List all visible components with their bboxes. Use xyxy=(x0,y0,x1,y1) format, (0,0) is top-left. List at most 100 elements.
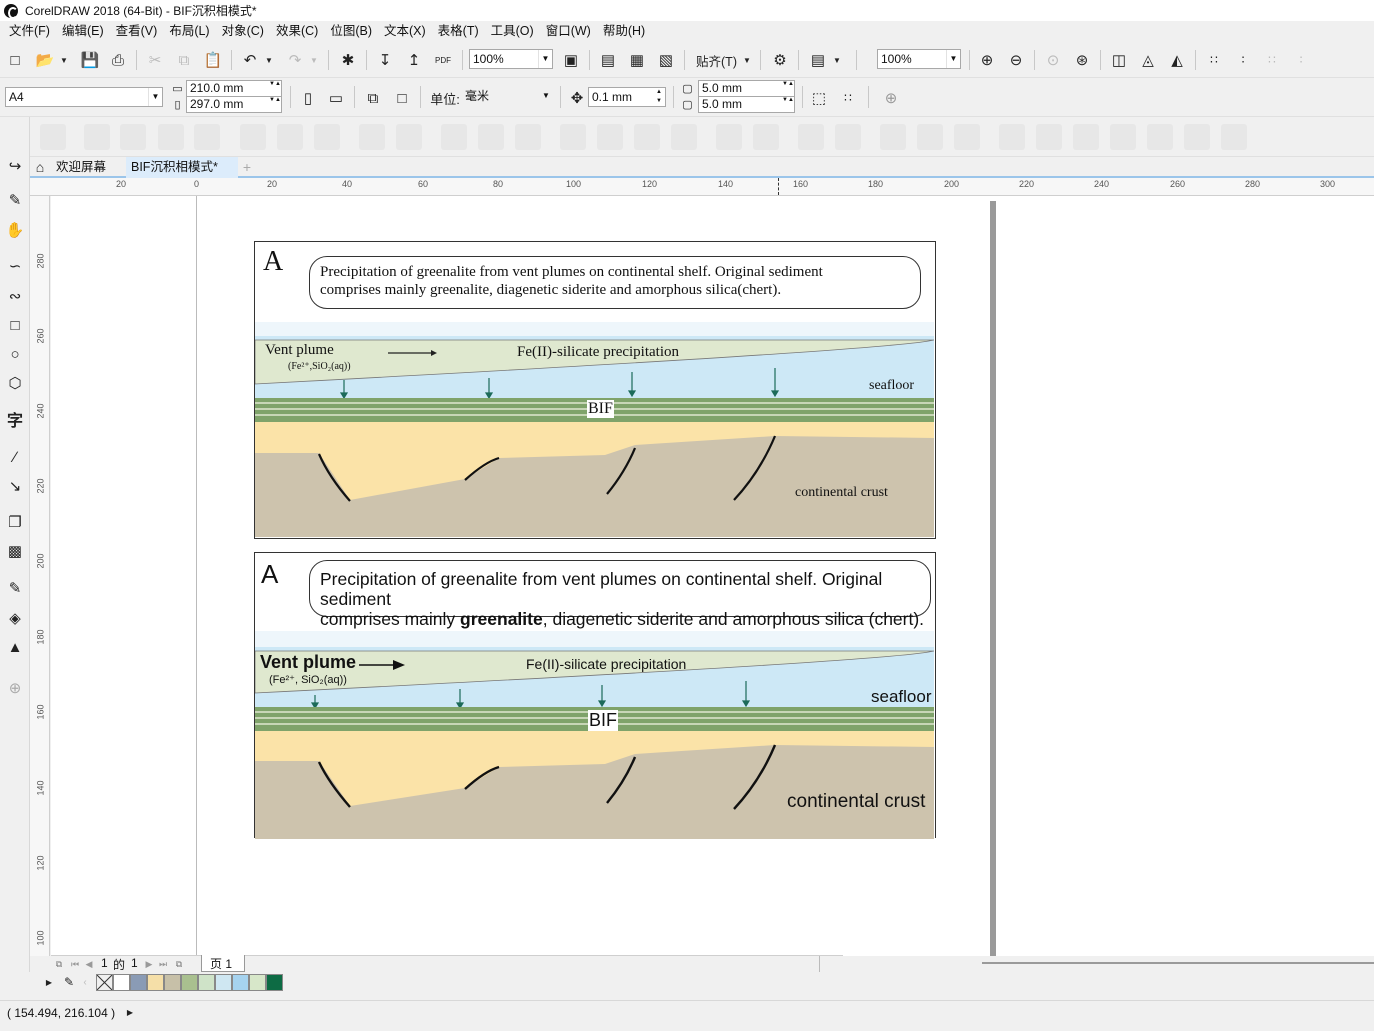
color-swatch[interactable] xyxy=(266,974,283,991)
options-gear-icon[interactable]: ⚙ xyxy=(770,50,790,70)
duplicate-x-input[interactable]: 5.0 mm ▼▲ xyxy=(698,80,795,97)
smart-fill-icon[interactable]: ▲ xyxy=(4,636,26,658)
add-tool-icon[interactable]: ⊕ xyxy=(4,677,26,699)
snap-dropdown-icon[interactable]: ▼ xyxy=(741,50,753,70)
text-tool-icon[interactable]: 字 xyxy=(4,408,26,430)
plugin-icon[interactable] xyxy=(158,124,184,150)
export-icon[interactable]: ↥ xyxy=(404,50,424,70)
plugin-icon[interactable] xyxy=(954,124,980,150)
undo-dropdown-icon[interactable]: ▼ xyxy=(263,50,275,70)
plugin-icon[interactable] xyxy=(120,124,146,150)
color-swatch[interactable] xyxy=(164,974,181,991)
page-width-input[interactable]: 210.0 mm ▼▲ xyxy=(186,80,282,97)
print-icon[interactable]: ⎙ xyxy=(108,50,128,70)
status-menu-icon[interactable]: ▶ xyxy=(124,1004,136,1020)
all-pages-icon[interactable]: ⧉ xyxy=(362,87,384,109)
color-swatch[interactable] xyxy=(198,974,215,991)
figure-panel-2[interactable]: A Precipitation of greenalite from vent … xyxy=(254,552,936,839)
search-content-icon[interactable]: ✱ xyxy=(338,50,358,70)
copy-icon[interactable]: ⧉ xyxy=(174,50,194,70)
zoom-page-height-icon[interactable]: ◭ xyxy=(1167,50,1187,70)
eyedropper-icon[interactable]: ✎ xyxy=(62,974,76,990)
paste-icon[interactable]: 📋 xyxy=(203,50,223,70)
plugin-icon[interactable] xyxy=(1073,124,1099,150)
menu-layout[interactable]: 布局(L) xyxy=(163,21,215,42)
drop-shadow-icon[interactable]: ❐ xyxy=(4,511,26,533)
connector-tool-icon[interactable]: ↘ xyxy=(4,475,26,497)
plugin-icon[interactable] xyxy=(1221,124,1247,150)
portrait-icon[interactable]: ▯ xyxy=(297,87,319,109)
spinner-icon[interactable]: ▲ ▼ xyxy=(653,88,665,106)
artistic-media-icon[interactable]: ∾ xyxy=(4,285,26,307)
open-recent-dropdown-icon[interactable]: ▼ xyxy=(58,50,70,70)
color-swatch[interactable] xyxy=(130,974,147,991)
next-page-icon[interactable]: ▶ xyxy=(143,956,155,972)
plugin-icon[interactable] xyxy=(1036,124,1062,150)
page-size-select[interactable]: A4 ▼ xyxy=(5,87,163,107)
group-icon[interactable]: ∷ xyxy=(1204,50,1224,70)
ellipse-tool-icon[interactable]: ○ xyxy=(4,343,26,365)
color-swatch[interactable] xyxy=(232,974,249,991)
spinner-icon[interactable]: ▼▲ xyxy=(782,81,794,96)
nudge-distance-input[interactable]: 0.1 mm ▲ ▼ xyxy=(588,87,666,107)
first-page-icon[interactable]: ⏮ xyxy=(69,956,81,972)
plugin-icon[interactable] xyxy=(798,124,824,150)
plugin-icon[interactable] xyxy=(560,124,586,150)
spinner-icon[interactable]: ▼▲ xyxy=(269,97,281,112)
palette-menu-icon[interactable]: ▶ xyxy=(44,974,54,990)
freehand-tool-icon[interactable]: ∽ xyxy=(4,255,26,277)
treat-as-filled-icon[interactable]: ⬚ xyxy=(808,87,830,109)
plugin-icon[interactable] xyxy=(396,124,422,150)
publish-pdf-icon[interactable]: PDF xyxy=(432,50,454,70)
plugin-icon[interactable] xyxy=(515,124,541,150)
plugin-icon[interactable] xyxy=(634,124,660,150)
figure-panel-1[interactable]: A Precipitation of greenalite from vent … xyxy=(254,241,936,539)
plugin-icon[interactable] xyxy=(277,124,303,150)
plugin-icon[interactable] xyxy=(917,124,943,150)
plugin-icon[interactable] xyxy=(671,124,697,150)
plugin-icon[interactable] xyxy=(1147,124,1173,150)
import-icon[interactable]: ↧ xyxy=(375,50,395,70)
full-screen-preview-icon[interactable]: ▣ xyxy=(561,50,581,70)
plugin-icon[interactable] xyxy=(999,124,1025,150)
color-swatch[interactable] xyxy=(147,974,164,991)
ungroup-icon[interactable]: ∶ xyxy=(1233,50,1253,70)
horizontal-ruler[interactable]: 20 0 20 40 60 80 100 120 140 160 180 200… xyxy=(30,178,1374,196)
redo-dropdown-icon[interactable]: ▼ xyxy=(308,50,320,70)
menu-table[interactable]: 表格(T) xyxy=(432,21,485,42)
shape-tool-icon[interactable]: ↪ xyxy=(4,155,26,177)
vertical-ruler[interactable]: 280 260 240 220 200 180 160 140 120 100 xyxy=(30,196,50,956)
interactive-fill-icon[interactable]: ◈ xyxy=(4,607,26,629)
scroll-left-icon[interactable]: ‹ xyxy=(80,974,90,990)
edit-objects-icon[interactable]: ∷ xyxy=(837,87,859,109)
menu-bitmaps[interactable]: 位图(B) xyxy=(324,21,378,42)
crop-tool-icon[interactable]: ✎ xyxy=(4,189,26,211)
plugin-icon[interactable] xyxy=(880,124,906,150)
page-height-input[interactable]: 297.0 mm ▼▲ xyxy=(186,96,282,113)
no-fill-swatch[interactable] xyxy=(96,974,113,991)
duplicate-y-input[interactable]: 5.0 mm ▼▲ xyxy=(698,96,795,113)
plugin-icon[interactable] xyxy=(597,124,623,150)
menu-file[interactable]: 文件(F) xyxy=(3,21,56,42)
menu-tools[interactable]: 工具(O) xyxy=(485,21,540,42)
zoom-page-width-icon[interactable]: ◬ xyxy=(1138,50,1158,70)
scrollbar-edge[interactable] xyxy=(819,956,827,972)
redo-icon[interactable]: ↷ xyxy=(285,50,305,70)
plugin-icon[interactable] xyxy=(1184,124,1210,150)
cut-icon[interactable]: ✂ xyxy=(145,50,165,70)
color-swatch[interactable] xyxy=(181,974,198,991)
tab-document[interactable]: BIF沉积相模式* xyxy=(126,157,238,178)
plugin-icon[interactable] xyxy=(716,124,742,150)
plugin-icon[interactable] xyxy=(194,124,220,150)
menu-window[interactable]: 窗口(W) xyxy=(540,21,597,42)
zoom-selected-icon[interactable]: ⊙ xyxy=(1043,50,1063,70)
menu-object[interactable]: 对象(C) xyxy=(216,21,270,42)
rectangle-tool-icon[interactable]: □ xyxy=(4,314,26,336)
plugin-icon[interactable] xyxy=(441,124,467,150)
current-page-icon[interactable]: □ xyxy=(391,87,413,109)
launcher-dropdown-icon[interactable]: ▼ xyxy=(831,50,843,70)
plugin-icon[interactable] xyxy=(84,124,110,150)
plugin-icon[interactable] xyxy=(753,124,779,150)
previous-page-icon[interactable]: ◀ xyxy=(83,956,95,972)
spinner-icon[interactable]: ▼▲ xyxy=(782,97,794,112)
